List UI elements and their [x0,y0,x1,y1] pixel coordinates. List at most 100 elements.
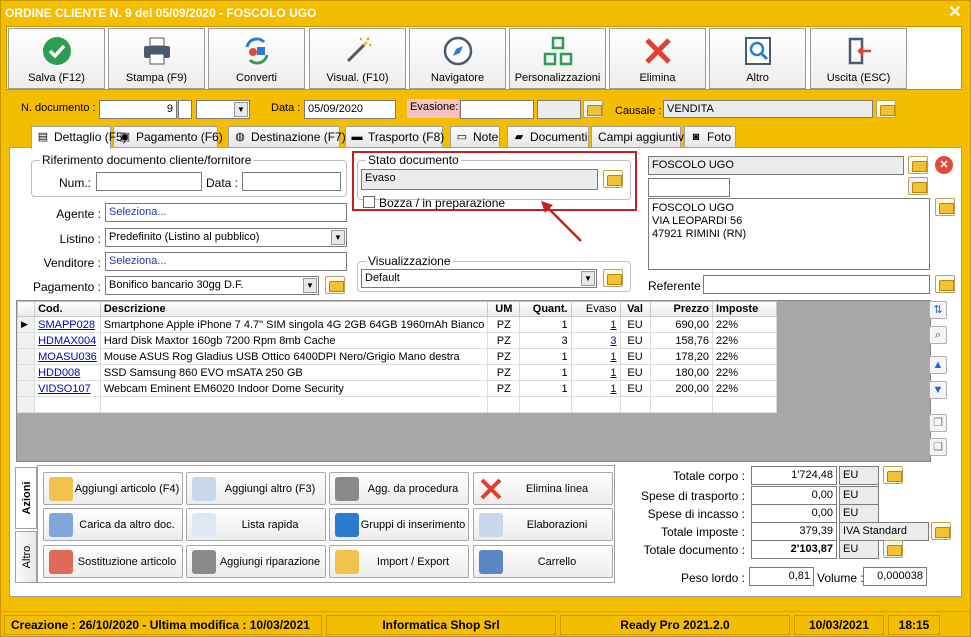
search-icon[interactable]: ⌕ [929,326,947,344]
delete-line-button[interactable]: Elimina linea [473,472,613,505]
referente-folder-icon[interactable] [935,275,955,293]
item-code[interactable]: MOASU036 [34,348,101,365]
paste-icon[interactable]: ❏ [929,438,947,456]
rif-num-input[interactable] [96,172,202,191]
bozza-checkbox[interactable] [363,196,375,208]
totals-folder-icon[interactable] [883,466,903,484]
close-icon[interactable]: ✕ [942,3,968,23]
add-other-button[interactable]: Aggiungi altro (F3) [186,472,326,505]
insert-groups-button[interactable]: Gruppi di inserimento [329,508,469,541]
causale-input[interactable]: VENDITA [663,100,873,118]
item-evaso[interactable]: 1 [570,380,621,397]
visual-select[interactable]: Default ▼ [361,269,597,288]
ndoc-suffix-input[interactable] [178,100,192,119]
navigator-button[interactable]: Navigatore [409,28,506,89]
item-evaso[interactable]: 1 [570,348,621,365]
volume-value[interactable]: 0,000038 [863,567,927,586]
move-up-icon[interactable]: ▲ [929,356,947,374]
item-code[interactable]: HDMAX004 [34,332,101,349]
table-row[interactable] [16,396,777,413]
rif-date-input[interactable] [242,172,341,191]
listino-select[interactable]: Predefinito (Listino al pubblico) ▼ [105,228,347,247]
delete-button[interactable]: Elimina [609,28,706,89]
item-evaso[interactable]: 3 [570,332,621,349]
pagamento-select[interactable]: Bonifico bancario 30gg D.F. ▼ [105,276,319,295]
sort-icon[interactable]: ⇅ [929,301,947,319]
table-row[interactable]: VIDSO107 Webcam Eminent EM6020 Indoor Dom… [16,380,777,397]
tab-dettaglio[interactable]: ▤ Dettaglio (F5) [31,126,127,149]
truck-icon: ▬ [351,131,363,143]
load-other-doc-button[interactable]: Carica da altro doc. [43,508,183,541]
zoom-icon[interactable] [583,100,603,118]
tab-campi-aggiuntivi[interactable]: Campi aggiuntivi [591,126,687,148]
vtab-altro[interactable]: Altro [15,531,37,583]
table-row[interactable]: MOASU036 Mouse ASUS Rog Gladius USB Ottic… [16,348,777,365]
cliente-code-input[interactable] [648,178,730,197]
agente-input[interactable]: Seleziona... [105,203,347,222]
tab-note[interactable]: ▭ Note [450,126,500,148]
add-article-button[interactable]: Aggiungi articolo (F4) [43,472,183,505]
cliente-remove-icon[interactable]: ✕ [935,156,953,174]
imposte-folder-icon[interactable] [931,522,951,540]
wrench-icon [335,477,359,501]
ndoc-input[interactable]: 9 [99,100,177,119]
save-button[interactable]: Salva (F12) [8,28,105,89]
spese-trasporto-value[interactable]: 0,00 [751,486,837,505]
more-button[interactable]: Altro [709,28,806,89]
copy-icon[interactable]: ❐ [929,414,947,432]
status-company: Informatica Shop Srl [326,615,556,635]
exit-button[interactable]: Uscita (ESC) [810,28,907,89]
ndoc-label: N. documento : [21,102,96,114]
quick-list-button[interactable]: Lista rapida [186,508,326,541]
ndoc-series-select[interactable]: ▼ [196,100,250,119]
evasione-extra-input[interactable] [537,100,581,119]
pagamento-folder-icon[interactable] [325,276,345,294]
row-indicator [16,364,36,381]
user-search-icon[interactable] [908,177,928,195]
item-evaso[interactable]: 1 [570,364,621,381]
tab-destinazione[interactable]: ◍ Destinazione (F7) [228,126,346,148]
referente-input[interactable] [703,275,930,294]
venditore-input[interactable]: Seleziona... [105,252,347,271]
tab-documenti[interactable]: ▰ Documenti [507,126,589,148]
totale-imposte-value: 379,39 [751,522,837,541]
visual-button[interactable]: Visual. (F10) [309,28,406,89]
print-button[interactable]: Stampa (F9) [108,28,205,89]
date-label: Data : [271,102,301,114]
move-down-icon[interactable]: ▼ [929,381,947,399]
cliente-folder-icon[interactable] [908,156,928,174]
replace-article-button[interactable]: Sostituzione articolo [43,545,183,578]
venditore-label: Venditore : [43,256,101,270]
peso-value[interactable]: 0,81 [749,567,814,586]
rif-num-label: Num.: [59,176,92,190]
causale-folder-icon[interactable] [876,100,896,118]
tab-foto[interactable]: ◙ Foto [684,126,736,148]
bozza-label: Bozza / in preparazione [379,196,506,210]
visual-folder-icon[interactable] [603,269,623,287]
add-repair-button[interactable]: Aggiungi riparazione [186,545,326,578]
zoom-icon[interactable] [883,540,903,558]
item-code[interactable]: SMAPP028 [34,316,101,333]
item-code[interactable]: HDD008 [34,364,101,381]
spese-incasso-value[interactable]: 0,00 [751,504,837,523]
vtab-azioni[interactable]: Azioni [15,467,37,529]
evasione-input[interactable] [460,100,534,119]
table-row[interactable]: HDD008 SSD Samsung 860 EVO mSATA 250 GB PZ… [16,364,777,381]
add-from-procedure-button[interactable]: Agg. da procedura [329,472,469,505]
convert-button[interactable]: Converti [208,28,305,89]
tab-trasporto[interactable]: ▬ Trasporto (F8) [345,126,444,148]
import-export-button[interactable]: Import / Export [329,545,469,578]
customize-button[interactable]: Personalizzazioni [509,28,606,89]
item-code[interactable]: VIDSO107 [34,380,101,397]
cliente-name-input[interactable]: FOSCOLO UGO [648,156,904,175]
address-folder-icon[interactable] [935,198,955,216]
tab-pagamento[interactable]: ▣Pagamento (F6) [113,126,223,148]
date-input[interactable]: 05/09/2020 [304,100,396,119]
table-row[interactable]: ▶ SMAPP028 Smartphone Apple iPhone 7 4.7" … [16,316,777,333]
spese-incasso-label: Spese di incasso : [647,507,745,521]
processing-button[interactable]: Elaborazioni [473,508,613,541]
item-evaso[interactable]: 1 [570,316,621,333]
table-row[interactable]: HDMAX004 Hard Disk Maxtor 160gb 7200 Rpm … [16,332,777,349]
grid-icon [510,35,605,67]
cart-button[interactable]: Carrello [473,545,613,578]
